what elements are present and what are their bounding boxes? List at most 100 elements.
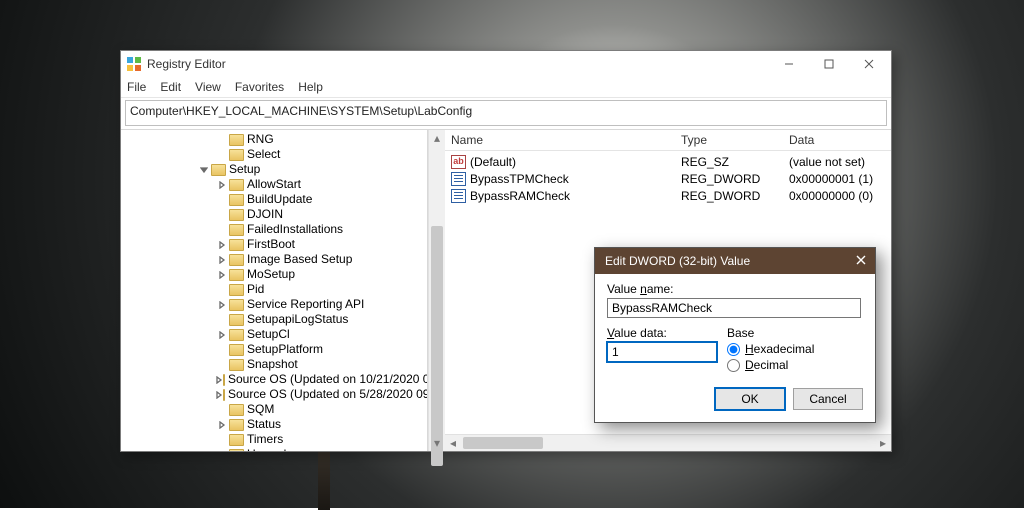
value-name: BypassTPMCheck bbox=[470, 172, 569, 186]
maximize-button[interactable] bbox=[809, 51, 849, 77]
value-row[interactable]: BypassRAMCheckREG_DWORD0x00000000 (0) bbox=[451, 187, 891, 204]
expand-closed-icon[interactable] bbox=[215, 331, 229, 339]
radio-hexadecimal[interactable]: Hexadecimal bbox=[727, 342, 863, 356]
tree-item[interactable]: Service Reporting API bbox=[121, 297, 427, 312]
col-data[interactable]: Data bbox=[789, 133, 891, 147]
folder-icon bbox=[211, 164, 226, 176]
value-type: REG_DWORD bbox=[681, 189, 789, 203]
tree-item[interactable]: Source OS (Updated on 10/21/2020 05:54:5… bbox=[121, 372, 427, 387]
tree-item[interactable]: Snapshot bbox=[121, 357, 427, 372]
tree-item[interactable]: FirstBoot bbox=[121, 237, 427, 252]
tree-item-label: Timers bbox=[247, 432, 283, 447]
expand-closed-icon[interactable] bbox=[215, 451, 229, 452]
expand-closed-icon[interactable] bbox=[215, 241, 229, 249]
dialog-title: Edit DWORD (32-bit) Value bbox=[605, 254, 851, 268]
tree-item[interactable]: DJOIN bbox=[121, 207, 427, 222]
radio-hexadecimal-label: Hexadecimal bbox=[745, 342, 814, 356]
close-button[interactable] bbox=[849, 51, 889, 77]
menu-view[interactable]: View bbox=[195, 80, 221, 94]
minimize-button[interactable] bbox=[769, 51, 809, 77]
menu-file[interactable]: File bbox=[127, 80, 146, 94]
tree-item[interactable]: Select bbox=[121, 147, 427, 162]
folder-icon bbox=[229, 269, 244, 281]
folder-icon bbox=[229, 239, 244, 251]
folder-icon bbox=[229, 359, 244, 371]
tree-item-label: Snapshot bbox=[247, 357, 298, 372]
tree-item[interactable]: Source OS (Updated on 5/28/2020 09:50:15… bbox=[121, 387, 427, 402]
expand-closed-icon[interactable] bbox=[215, 271, 229, 279]
value-type: REG_DWORD bbox=[681, 172, 789, 186]
value-type: REG_SZ bbox=[681, 155, 789, 169]
value-name: (Default) bbox=[470, 155, 516, 169]
tree-item-label: BuildUpdate bbox=[247, 192, 312, 207]
expand-closed-icon[interactable] bbox=[215, 301, 229, 309]
cancel-button[interactable]: Cancel bbox=[793, 388, 863, 410]
menu-help[interactable]: Help bbox=[298, 80, 323, 94]
tree-item[interactable]: Upgrade bbox=[121, 447, 427, 451]
tree-item[interactable]: Setup bbox=[121, 162, 427, 177]
tree-item[interactable]: Timers bbox=[121, 432, 427, 447]
scroll-right-icon[interactable]: ▸ bbox=[875, 435, 891, 451]
menu-favorites[interactable]: Favorites bbox=[235, 80, 284, 94]
tree-item[interactable]: SetupPlatform bbox=[121, 342, 427, 357]
expand-open-icon[interactable] bbox=[197, 166, 211, 174]
value-data: 0x00000001 (1) bbox=[789, 172, 891, 186]
value-data: 0x00000000 (0) bbox=[789, 189, 891, 203]
folder-icon bbox=[229, 404, 244, 416]
scroll-left-icon[interactable]: ◂ bbox=[445, 435, 461, 451]
tree-item[interactable]: SetupCl bbox=[121, 327, 427, 342]
window-title: Registry Editor bbox=[147, 57, 769, 71]
tree-vertical-scrollbar[interactable]: ▴ ▾ bbox=[428, 130, 445, 451]
tree-item[interactable]: Image Based Setup bbox=[121, 252, 427, 267]
value-row[interactable]: (Default)REG_SZ(value not set) bbox=[451, 153, 891, 170]
expand-closed-icon[interactable] bbox=[215, 256, 229, 264]
tree-item-label: SetupPlatform bbox=[247, 342, 323, 357]
tree-item[interactable]: Status bbox=[121, 417, 427, 432]
expand-closed-icon[interactable] bbox=[215, 391, 223, 399]
values-horizontal-scrollbar[interactable]: ◂ ▸ bbox=[445, 434, 891, 451]
expand-closed-icon[interactable] bbox=[215, 376, 223, 384]
folder-icon bbox=[223, 374, 225, 386]
radio-decimal-input[interactable] bbox=[727, 359, 740, 372]
tree-item[interactable]: RNG bbox=[121, 132, 427, 147]
tree-item-label: FirstBoot bbox=[247, 237, 295, 252]
tree-item-label: Upgrade bbox=[247, 447, 293, 451]
tree-view[interactable]: RNGSelectSetupAllowStartBuildUpdateDJOIN… bbox=[121, 130, 427, 451]
folder-icon bbox=[229, 419, 244, 431]
scroll-down-icon[interactable]: ▾ bbox=[429, 435, 445, 451]
value-row[interactable]: BypassTPMCheck REG_DWORD0x00000001 (1) bbox=[451, 170, 891, 187]
address-bar[interactable]: Computer\HKEY_LOCAL_MACHINE\SYSTEM\Setup… bbox=[125, 100, 887, 126]
folder-icon bbox=[229, 179, 244, 191]
ok-button[interactable]: OK bbox=[715, 388, 785, 410]
scrollbar-thumb[interactable] bbox=[463, 437, 543, 449]
tree-item[interactable]: Pid bbox=[121, 282, 427, 297]
tree-item-label: Setup bbox=[229, 162, 260, 177]
string-value-icon bbox=[451, 155, 466, 169]
title-bar[interactable]: Registry Editor bbox=[121, 51, 891, 77]
dialog-title-bar[interactable]: Edit DWORD (32-bit) Value bbox=[595, 248, 875, 274]
folder-icon bbox=[229, 344, 244, 356]
radio-decimal[interactable]: Decimal bbox=[727, 358, 863, 372]
scroll-up-icon[interactable]: ▴ bbox=[429, 130, 445, 146]
values-header[interactable]: Name Type Data bbox=[445, 130, 891, 151]
value-name-label: Value name: bbox=[607, 282, 863, 296]
col-name[interactable]: Name bbox=[451, 133, 681, 147]
expand-closed-icon[interactable] bbox=[215, 181, 229, 189]
tree-item[interactable]: AllowStart bbox=[121, 177, 427, 192]
tree-item-label: SetupapiLogStatus bbox=[247, 312, 348, 327]
expand-closed-icon[interactable] bbox=[215, 421, 229, 429]
tree-item-label: SetupCl bbox=[247, 327, 290, 342]
col-type[interactable]: Type bbox=[681, 133, 789, 147]
tree-item[interactable]: SQM bbox=[121, 402, 427, 417]
menu-edit[interactable]: Edit bbox=[160, 80, 181, 94]
scrollbar-thumb[interactable] bbox=[431, 226, 443, 466]
value-data-field[interactable] bbox=[607, 342, 717, 362]
radio-hexadecimal-input[interactable] bbox=[727, 343, 740, 356]
tree-item[interactable]: MoSetup bbox=[121, 267, 427, 282]
tree-item[interactable]: BuildUpdate bbox=[121, 192, 427, 207]
value-name-field[interactable] bbox=[607, 298, 861, 318]
tree-item[interactable]: FailedInstallations bbox=[121, 222, 427, 237]
folder-icon bbox=[229, 224, 244, 236]
tree-item[interactable]: SetupapiLogStatus bbox=[121, 312, 427, 327]
dialog-close-button[interactable] bbox=[851, 254, 871, 268]
